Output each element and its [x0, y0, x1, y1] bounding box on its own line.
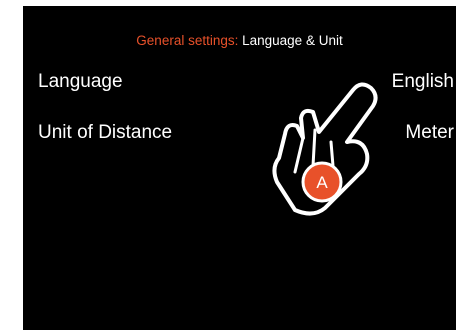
gesture-badge-label: A: [316, 173, 328, 192]
setting-label-unit-of-distance: Unit of Distance: [38, 122, 173, 143]
setting-label-language: Language: [38, 71, 123, 92]
settings-category: General settings:: [136, 33, 239, 48]
device-screen: General settings: Language & Unit Langua…: [23, 6, 456, 330]
page-title: General settings: Language & Unit: [23, 33, 456, 49]
setting-value-language[interactable]: English: [392, 69, 454, 95]
settings-page-name: Language & Unit: [242, 33, 343, 48]
gesture-badge-a: A: [301, 161, 343, 203]
setting-value-unit-of-distance[interactable]: Meter: [405, 120, 454, 146]
setting-row-unit-of-distance[interactable]: Unit of Distance Meter: [23, 120, 456, 146]
setting-row-language[interactable]: Language English: [23, 69, 456, 95]
tap-hand-icon: A: [272, 82, 378, 216]
